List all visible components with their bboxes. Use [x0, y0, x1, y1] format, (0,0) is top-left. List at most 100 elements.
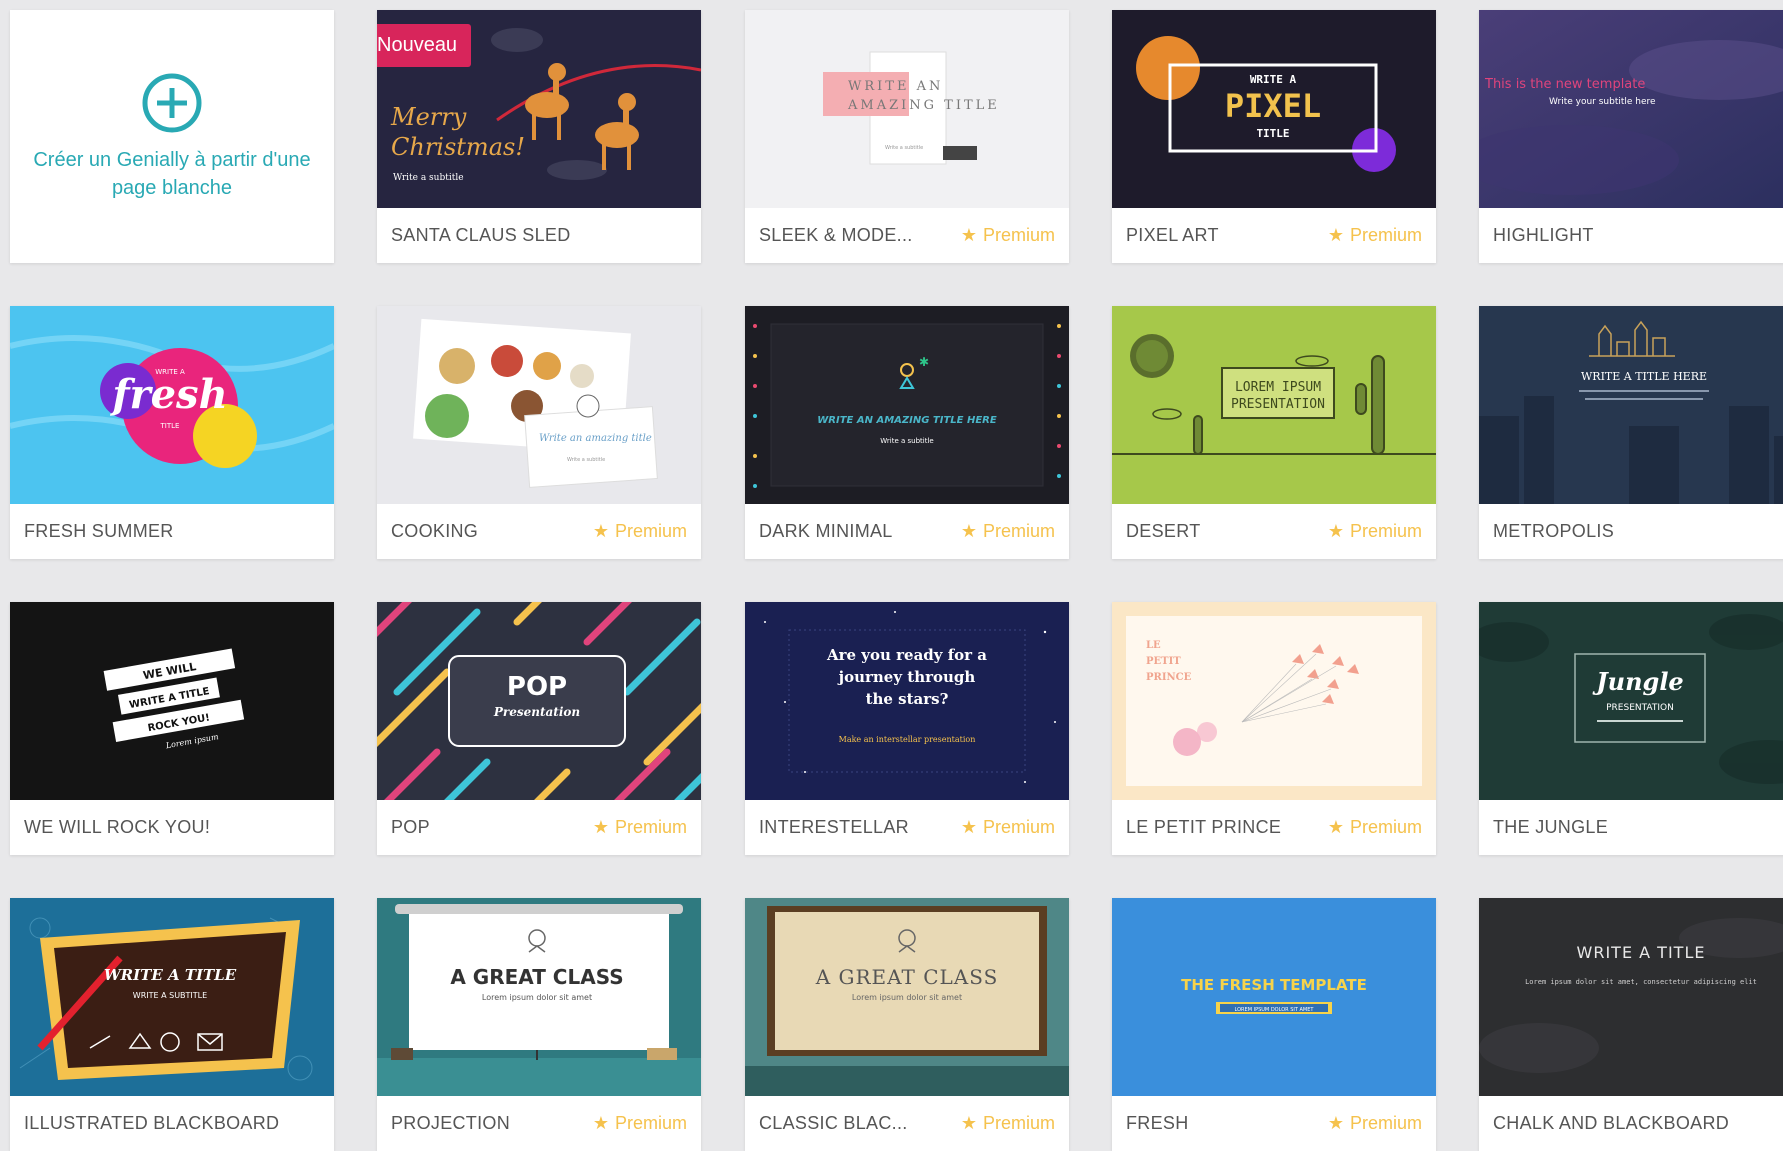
preview-subtitle: Make an interstellar presentation	[839, 735, 976, 744]
template-card-projection[interactable]: A GREAT CLASS Lorem ipsum dolor sit amet…	[377, 898, 701, 1151]
create-blank-card[interactable]: Créer un Genially à partir d'une page bl…	[10, 10, 334, 263]
preview-title-line2: fresh	[109, 371, 227, 418]
preview-title: A GREAT CLASS	[815, 965, 999, 989]
template-name: INTERESTELLAR	[759, 817, 909, 837]
preview-subtitle: Write a subtitle	[567, 457, 605, 463]
star-icon: ★	[960, 225, 977, 245]
template-card-fresh-summer[interactable]: WRITE A fresh TITLE FRESH SUMMER	[10, 306, 334, 559]
template-name: CLASSIC BLAC...	[759, 1113, 908, 1133]
template-card-santa-claus-sled[interactable]: Merry Christmas! Write a subtitle Nouvea…	[377, 10, 701, 263]
preview-subtitle: Write a subtitle	[885, 145, 923, 151]
template-card-dark-minimal[interactable]: ✱ WRITE AN AMAZING TITLE HERE Write a su…	[745, 306, 1069, 559]
preview-subtitle: TITLE	[160, 422, 180, 430]
template-card-illustrated-blackboard[interactable]: WRITE A TITLE WRITE A SUBTITLE ILLUSTRAT…	[10, 898, 334, 1151]
template-name: DESERT	[1126, 521, 1201, 541]
preview-title-line1: WRITE AN AMAZING TITLE HERE	[817, 415, 997, 426]
preview-subtitle: Write a subtitle	[880, 437, 933, 445]
template-card-le-petit-prince[interactable]: LE PETIT PRINCE LE PETIT PRINCE ★ Premium	[1112, 602, 1436, 855]
template-footer: HIGHLIGHT	[1479, 208, 1783, 263]
template-card-sleek-modern[interactable]: WRITE AN AMAZING TITLE Write a subtitle …	[745, 10, 1069, 263]
preview-title: THE FRESH TEMPLATE	[1181, 976, 1367, 994]
star-icon: ★	[592, 1113, 609, 1133]
new-badge: Nouveau	[377, 24, 472, 76]
template-card-chalk-and-blackboard[interactable]: WRITE A TITLE Lorem ipsum dolor sit amet…	[1479, 898, 1783, 1151]
template-name: CHALK AND BLACKBOARD	[1493, 1113, 1730, 1133]
premium-label: Premium	[1349, 1113, 1422, 1133]
template-name: FRESH SUMMER	[24, 521, 174, 541]
template-footer: SANTA CLAUS SLED	[377, 208, 701, 263]
template-card-classic-blackboard[interactable]: A GREAT CLASS Lorem ipsum dolor sit amet…	[745, 898, 1069, 1151]
preview-title: Jungle	[1592, 667, 1683, 696]
template-card-highlight[interactable]: This is the new template Write your subt…	[1479, 10, 1783, 263]
premium-tag: ★ Premium	[961, 800, 1055, 855]
preview-title-line1: Merry	[390, 103, 467, 131]
preview-subtitle: TITLE	[1256, 127, 1289, 140]
preview-title-line1: This is the new template	[1484, 77, 1645, 92]
template-preview: A GREAT CLASS Lorem ipsum dolor sit amet	[745, 898, 1069, 1096]
premium-label: Premium	[982, 225, 1055, 245]
template-preview: Jungle PRESENTATION	[1479, 602, 1783, 800]
template-card-fresh[interactable]: THE FRESH TEMPLATE LOREM IPSUM DOLOR SIT…	[1112, 898, 1436, 1151]
premium-tag: ★ Premium	[961, 504, 1055, 559]
star-icon: ★	[592, 817, 609, 837]
template-footer: PROJECTION ★ Premium	[377, 1096, 701, 1151]
template-preview: POP Presentation	[377, 602, 701, 800]
premium-tag: ★ Premium	[1328, 504, 1422, 559]
template-card-metropolis[interactable]: WRITE A TITLE HERE METROPOLIS	[1479, 306, 1783, 559]
preview-subtitle: Lorem ipsum dolor sit amet	[852, 993, 962, 1002]
preview-subtitle: Presentation	[493, 705, 580, 719]
template-name: FRESH	[1126, 1113, 1189, 1133]
premium-tag: ★ Premium	[961, 1096, 1055, 1151]
template-footer: THE JUNGLE	[1479, 800, 1783, 855]
template-card-pop[interactable]: POP Presentation POP ★ Premium	[377, 602, 701, 855]
template-preview: ✱ WRITE AN AMAZING TITLE HERE Write a su…	[745, 306, 1069, 504]
preview-title-line2: PIXEL	[1225, 87, 1321, 125]
template-preview: WRITE A TITLE HERE	[1479, 306, 1783, 504]
preview-subtitle: Write your subtitle here	[1549, 97, 1656, 107]
premium-label: Premium	[982, 817, 1055, 837]
template-card-cooking[interactable]: Write an amazing title Write a subtitle …	[377, 306, 701, 559]
preview-title-line2: journey through	[837, 668, 976, 686]
template-name: PROJECTION	[391, 1113, 511, 1133]
preview-title: A GREAT CLASS	[450, 965, 623, 989]
preview-title-line2: Christmas!	[391, 133, 525, 161]
template-name: METROPOLIS	[1493, 521, 1615, 541]
template-preview: A GREAT CLASS Lorem ipsum dolor sit amet	[377, 898, 701, 1096]
template-preview: This is the new template Write your subt…	[1479, 10, 1783, 208]
template-name: SANTA CLAUS SLED	[391, 225, 571, 245]
create-blank-label: Créer un Genially à partir d'une page bl…	[33, 149, 311, 199]
template-footer: WE WILL ROCK YOU!	[10, 800, 334, 855]
template-card-pixel-art[interactable]: WRITE A PIXEL TITLE PIXEL ART ★ Premium	[1112, 10, 1436, 263]
template-card-interestellar[interactable]: Are you ready for a journey through the …	[745, 602, 1069, 855]
template-preview: THE FRESH TEMPLATE LOREM IPSUM DOLOR SIT…	[1112, 898, 1436, 1096]
template-name: COOKING	[391, 521, 479, 541]
template-footer: DARK MINIMAL ★ Premium	[745, 504, 1069, 559]
template-card-we-will-rock-you[interactable]: WE WILL WRITE A TITLE ROCK YOU! Lorem ip…	[10, 602, 334, 855]
star-icon: ★	[960, 817, 977, 837]
template-preview: WE WILL WRITE A TITLE ROCK YOU! Lorem ip…	[10, 602, 334, 800]
preview-subtitle: Write a subtitle	[393, 173, 464, 183]
template-footer: ILLUSTRATED BLACKBOARD	[10, 1096, 334, 1151]
premium-label: Premium	[1349, 225, 1422, 245]
premium-label: Premium	[982, 1113, 1055, 1133]
template-preview: WRITE A fresh TITLE	[10, 306, 334, 504]
preview-title-line3: the stars?	[866, 690, 949, 708]
template-name: HIGHLIGHT	[1493, 225, 1594, 245]
template-footer: SLEEK & MODE... ★ Premium	[745, 208, 1069, 263]
template-card-the-jungle[interactable]: Jungle PRESENTATION THE JUNGLE	[1479, 602, 1783, 855]
premium-label: Premium	[982, 521, 1055, 541]
star-icon: ★	[1327, 225, 1344, 245]
template-footer: METROPOLIS	[1479, 504, 1783, 559]
premium-tag: ★ Premium	[961, 208, 1055, 263]
preview-title-line2: AMAZING TITLE	[847, 98, 1000, 113]
template-name: SLEEK & MODE...	[759, 225, 913, 245]
template-footer: POP ★ Premium	[377, 800, 701, 855]
template-footer: INTERESTELLAR ★ Premium	[745, 800, 1069, 855]
template-footer: PIXEL ART ★ Premium	[1112, 208, 1436, 263]
template-name: POP	[391, 817, 430, 837]
preview-subtitle: LOREM IPSUM DOLOR SIT AMET	[1235, 1007, 1315, 1013]
template-card-desert[interactable]: LOREM IPSUM PRESENTATION DESERT ★ Premium	[1112, 306, 1436, 559]
premium-tag: ★ Premium	[1328, 208, 1422, 263]
template-preview: LOREM IPSUM PRESENTATION	[1112, 306, 1436, 504]
preview-subtitle: PRESENTATION	[1606, 703, 1674, 713]
